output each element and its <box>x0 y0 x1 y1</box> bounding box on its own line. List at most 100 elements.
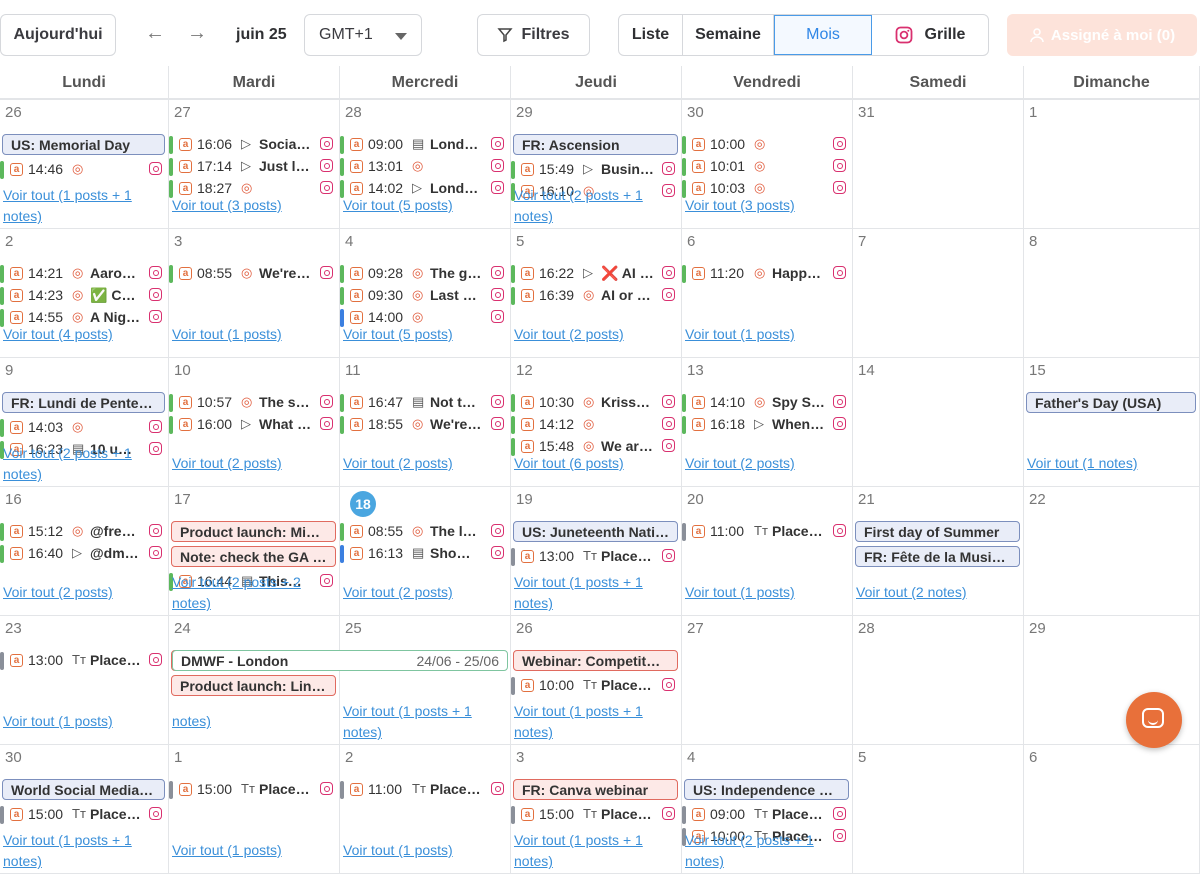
calendar-note[interactable]: Product launch: Mic… <box>171 521 336 542</box>
scheduled-post[interactable]: a 15:00 Tт Placeh… <box>0 806 169 824</box>
day-cell[interactable]: 26 Webinar: Competit… a 10:00 Tт Place… Voir t… <box>511 616 682 745</box>
scheduled-post[interactable]: a 14:10 ◎ Spy S… <box>682 394 853 412</box>
day-cell[interactable]: 4 a 09:28 ◎ The g… a 09:30 ◎ Last p… a 14:00 ◎ Voir … <box>340 229 511 358</box>
see-all-link[interactable]: Voir tout (1 posts) <box>172 324 335 345</box>
see-all-link[interactable]: Voir tout (1 posts + 1 notes) <box>514 701 677 743</box>
day-cell[interactable]: 1 <box>1024 100 1200 229</box>
calendar-note[interactable]: US: Memorial Day <box>2 134 165 155</box>
day-cell[interactable]: 6 <box>1024 745 1200 874</box>
see-all-link[interactable]: Voir tout (2 posts) <box>685 453 848 474</box>
multi-day-event[interactable]: DMWF - London 24/06 - 25/06 <box>172 650 508 671</box>
day-cell[interactable]: 2 a 11:00 Tт Placeh… Voir tout (1 posts) <box>340 745 511 874</box>
day-cell[interactable]: 21 First day of Summer FR: Fête de la Musi… <box>853 487 1024 616</box>
day-cell[interactable]: 18 a 08:55 ◎ The la… a 16:13 ▤ Sho… Voir tout (2 … <box>340 487 511 616</box>
day-cell[interactable]: 27 <box>682 616 853 745</box>
calendar-note[interactable]: First day of Summer <box>855 521 1020 542</box>
scheduled-post[interactable]: a 16:39 ◎ AI or n… <box>511 287 682 305</box>
scheduled-post[interactable]: a 08:55 ◎ The la… <box>340 523 511 541</box>
see-all-link[interactable]: Voir tout (1 posts + 1 notes) <box>3 185 164 227</box>
day-cell[interactable]: 20 a 11:00 Tт Placeh… Voir tout (1 posts) <box>682 487 853 616</box>
assigned-to-me-button[interactable]: Assigné à moi (0) <box>1007 14 1197 56</box>
scheduled-post[interactable]: a 16:13 ▤ Sho… <box>340 545 511 563</box>
day-cell[interactable]: 23 a 13:00 Tт Placeh… Voir tout (1 posts) <box>0 616 169 745</box>
see-all-link[interactable]: Voir tout (2 posts) <box>514 324 677 345</box>
prev-arrow-icon[interactable]: ← <box>143 22 167 45</box>
day-cell[interactable]: 9 FR: Lundi de Pentec… a 14:03 ◎ a 16:23 ▤ 10 u…… <box>0 358 169 487</box>
see-all-link[interactable]: Voir tout (5 posts) <box>343 324 506 345</box>
scheduled-post[interactable]: a 13:00 Tт Placeh… <box>0 652 169 670</box>
day-cell[interactable]: 16 a 15:12 ◎ @freshc a 16:40 ▷ @dmwfc Voir tout (… <box>0 487 169 616</box>
timezone-select[interactable]: GMT+1 <box>304 14 422 56</box>
see-all-link[interactable]: notes) <box>172 711 335 732</box>
calendar-note[interactable]: FR: Canva webinar <box>513 779 678 800</box>
see-all-link[interactable]: Voir tout (1 posts) <box>343 840 506 861</box>
scheduled-post[interactable]: a 11:00 Tт Placeh… <box>682 523 853 541</box>
calendar-note[interactable]: Note: check the GA … <box>171 546 336 567</box>
day-cell[interactable]: 30 a 10:00 ◎ a 10:01 ◎ a 10:03 ◎ Voir tout (3 post… <box>682 100 853 229</box>
calendar-note[interactable]: US: Independence … <box>684 779 849 800</box>
day-cell[interactable]: 24Product launch: Adv…Product launch: Li… <box>169 616 340 745</box>
filters-button[interactable]: Filtres <box>477 14 590 56</box>
scheduled-post[interactable]: a 09:28 ◎ The g… <box>340 265 511 283</box>
calendar-note[interactable]: FR: Ascension <box>513 134 678 155</box>
day-cell[interactable]: 11 a 16:47 ▤ Not to … a 18:55 ◎ We're … Voir tout… <box>340 358 511 487</box>
see-all-link[interactable]: Voir tout (6 posts) <box>514 453 677 474</box>
scheduled-post[interactable]: a 11:20 ◎ Happy… <box>682 265 853 283</box>
see-all-link[interactable]: Voir tout (3 posts) <box>685 195 848 216</box>
see-all-link[interactable]: Voir tout (2 posts + 1 notes) <box>3 443 164 485</box>
scheduled-post[interactable]: a 13:00 Tт Placeh… <box>511 548 682 566</box>
day-cell[interactable]: 17 Product launch: Mic… Note: check the GA… <box>169 487 340 616</box>
day-cell[interactable]: 3 FR: Canva webinar a 15:00 Tт Placeh… Voir to… <box>511 745 682 874</box>
next-arrow-icon[interactable]: → <box>185 22 209 45</box>
day-cell[interactable]: 28 <box>853 616 1024 745</box>
chat-launcher-icon[interactable] <box>1126 692 1182 748</box>
day-cell[interactable]: 5 a 16:22 ▷ ❌ AI c… a 16:39 ◎ AI or n… Voir tout … <box>511 229 682 358</box>
scheduled-post[interactable]: a 08:55 ◎ We're … <box>169 265 340 283</box>
see-all-link[interactable]: Voir tout (1 posts) <box>172 840 335 861</box>
see-all-link[interactable]: Voir tout (1 notes) <box>1027 453 1195 474</box>
see-all-link[interactable]: Voir tout (2 posts) <box>343 582 506 603</box>
see-all-link[interactable]: Voir tout (2 posts) <box>3 582 164 603</box>
scheduled-post[interactable]: a 15:12 ◎ @freshc <box>0 523 169 541</box>
scheduled-post[interactable]: a 10:57 ◎ The so… <box>169 394 340 412</box>
calendar-note[interactable]: Product launch: Lin… <box>171 675 336 696</box>
day-cell[interactable]: 25a11:00TтPlaceh…Voir tout (1 posts + 1 … <box>340 616 511 745</box>
day-cell[interactable]: 6 a 11:20 ◎ Happy… Voir tout (1 posts) <box>682 229 853 358</box>
day-cell[interactable]: 10 a 10:57 ◎ The so… a 16:00 ▷ What … Voir tout (… <box>169 358 340 487</box>
see-all-link[interactable]: Voir tout (3 posts) <box>172 195 335 216</box>
scheduled-post[interactable]: a 17:14 ▷ Just lo… <box>169 158 340 176</box>
calendar-note[interactable]: Webinar: Competit… <box>513 650 678 671</box>
scheduled-post[interactable]: a 16:47 ▤ Not to … <box>340 394 511 412</box>
see-all-link[interactable]: Voir tout (1 posts) <box>685 324 848 345</box>
day-cell[interactable]: 8 <box>1024 229 1200 358</box>
day-cell[interactable]: 15 Father's Day (USA) Voir tout (1 notes) <box>1024 358 1200 487</box>
scheduled-post[interactable]: a 18:55 ◎ We're … <box>340 416 511 434</box>
scheduled-post[interactable]: a 10:30 ◎ Krissy … <box>511 394 682 412</box>
see-all-link[interactable]: Voir tout (1 posts + 1 notes) <box>3 830 164 872</box>
see-all-link[interactable]: Voir tout (2 notes) <box>856 582 1019 603</box>
scheduled-post[interactable]: a 14:03 ◎ <box>0 419 169 437</box>
scheduled-post[interactable]: a 09:00 Tт Place… <box>682 806 853 824</box>
scheduled-post[interactable]: a 15:00 Tт Placeh… <box>511 806 682 824</box>
calendar-note[interactable]: FR: Lundi de Pentec… <box>2 392 165 413</box>
day-cell[interactable]: 27 a 16:06 ▷ Social … a 17:14 ▷ Just lo… a 18:27 ◎V… <box>169 100 340 229</box>
see-all-link[interactable]: Voir tout (2 posts) <box>172 453 335 474</box>
calendar-note[interactable]: Father's Day (USA) <box>1026 392 1196 413</box>
day-cell[interactable]: 5 <box>853 745 1024 874</box>
scheduled-post[interactable]: a 16:22 ▷ ❌ AI c… <box>511 265 682 283</box>
see-all-link[interactable]: Voir tout (1 posts + 1 notes) <box>343 701 506 743</box>
view-week[interactable]: Semaine <box>683 15 774 55</box>
scheduled-post[interactable]: a 15:49 ▷ Busine… <box>511 161 682 179</box>
scheduled-post[interactable]: a 16:06 ▷ Social … <box>169 136 340 154</box>
scheduled-post[interactable]: a 13:01 ◎ <box>340 158 511 176</box>
scheduled-post[interactable]: a 14:21 ◎ Aaron … <box>0 265 169 283</box>
see-all-link[interactable]: Voir tout (4 posts) <box>3 324 164 345</box>
see-all-link[interactable]: Voir tout (1 posts + 1 notes) <box>514 572 677 614</box>
calendar-note[interactable]: World Social Media … <box>2 779 165 800</box>
day-cell[interactable]: 28 a 09:00 ▤ Londo… a 13:01 ◎ a 14:02 ▷ Londo… Voir … <box>340 100 511 229</box>
day-cell[interactable]: 26 US: Memorial Day a 14:46 ◎ Voir tout (1 po… <box>0 100 169 229</box>
day-cell[interactable]: 22 <box>1024 487 1200 616</box>
view-grid[interactable]: Grille <box>872 15 988 55</box>
scheduled-post[interactable]: a 14:23 ◎ ✅ Co… <box>0 287 169 305</box>
scheduled-post[interactable]: a 15:00 Tт Placeh… <box>169 781 340 799</box>
